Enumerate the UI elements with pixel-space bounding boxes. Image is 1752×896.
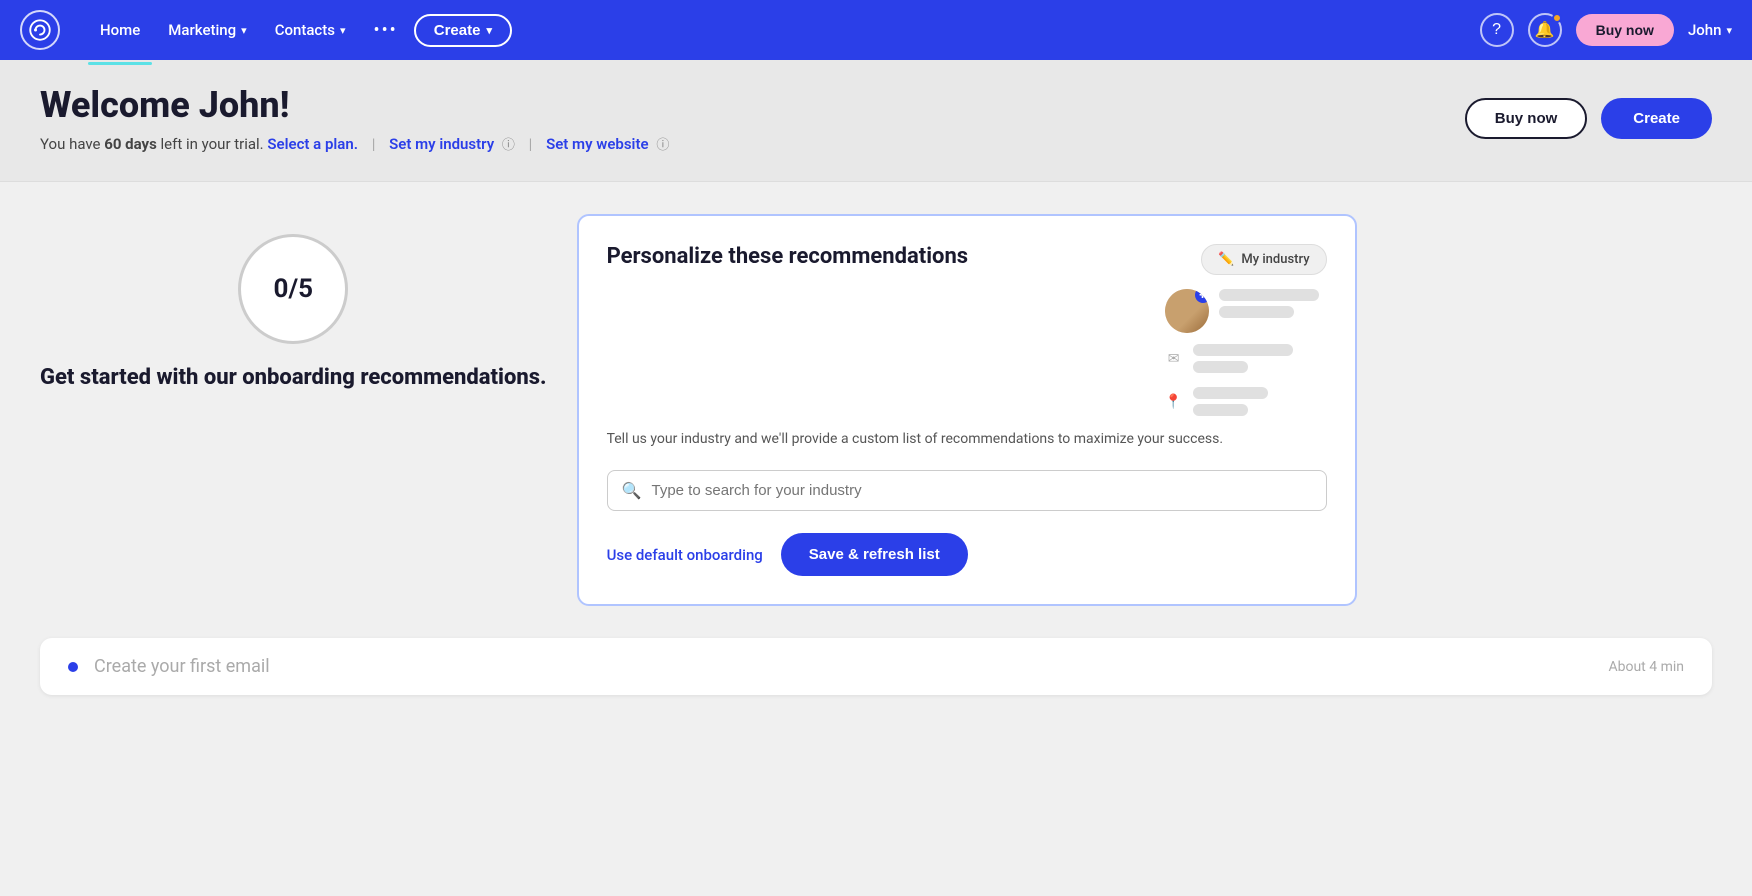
industry-search-input[interactable] [651, 482, 1311, 499]
page-title: Welcome John! [40, 84, 669, 126]
card-header: Personalize these recommendations ✏️ My … [607, 244, 1327, 419]
header-buy-now-button[interactable]: Buy now [1465, 98, 1588, 139]
nav-links: Home Marketing ▾ Contacts ▾ ••• Create ▾ [88, 12, 1480, 49]
select-plan-link[interactable]: Select a plan. [267, 135, 358, 153]
bottom-task-item[interactable]: Create your first email About 4 min [40, 638, 1712, 695]
nav-right-actions: ? 🔔 Buy now John ▾ [1480, 13, 1732, 47]
logo[interactable] [20, 10, 60, 50]
avatar: + [1165, 289, 1209, 333]
marketing-chevron-icon: ▾ [241, 24, 247, 37]
navbar: Home Marketing ▾ Contacts ▾ ••• Create ▾… [0, 0, 1752, 60]
bell-icon: 🔔 [1535, 20, 1555, 40]
set-website-link[interactable]: Set my website [546, 135, 649, 153]
notification-dot [1552, 13, 1562, 23]
industry-info-icon[interactable]: ⓘ [502, 138, 515, 153]
nav-buy-now-button[interactable]: Buy now [1576, 14, 1674, 46]
mail-icon: ✉ [1165, 351, 1183, 367]
user-chevron-icon: ▾ [1726, 24, 1732, 37]
help-icon: ? [1492, 21, 1501, 39]
card-description: Tell us your industry and we'll provide … [607, 429, 1327, 450]
avatar-row: + [1165, 289, 1319, 333]
header-create-button[interactable]: Create [1601, 98, 1712, 139]
nav-marketing[interactable]: Marketing ▾ [156, 13, 258, 47]
user-menu[interactable]: John ▾ [1688, 21, 1732, 39]
progress-circle: 0/5 [238, 234, 348, 344]
main-content: 0/5 Get started with our onboarding reco… [0, 182, 1752, 638]
help-button[interactable]: ? [1480, 13, 1514, 47]
header-left: Welcome John! You have 60 days left in y… [40, 84, 669, 153]
my-industry-badge[interactable]: ✏️ My industry [1201, 244, 1326, 275]
card-title: Personalize these recommendations [607, 244, 969, 269]
nav-create-button[interactable]: Create ▾ [414, 14, 512, 47]
task-time: About 4 min [1608, 659, 1684, 675]
task-dot [68, 662, 78, 672]
get-started-label: Get started with our onboarding recommen… [40, 364, 547, 393]
nav-contacts[interactable]: Contacts ▾ [263, 13, 358, 47]
location-icon: 📍 [1165, 394, 1183, 410]
task-label: Create your first email [94, 656, 1592, 677]
avatar-plus-icon: + [1195, 289, 1209, 303]
website-info-icon[interactable]: ⓘ [656, 138, 669, 153]
search-icon: 🔍 [622, 481, 642, 500]
page-header: Welcome John! You have 60 days left in y… [0, 60, 1752, 182]
industry-search-container: 🔍 [607, 470, 1327, 511]
card-footer: Use default onboarding Save & refresh li… [607, 533, 1327, 576]
trial-info: You have 60 days left in your trial. Sel… [40, 134, 669, 153]
notifications-button[interactable]: 🔔 [1528, 13, 1562, 47]
create-chevron-icon: ▾ [486, 24, 492, 37]
personalize-card: Personalize these recommendations ✏️ My … [577, 214, 1357, 606]
edit-icon: ✏️ [1218, 252, 1234, 267]
use-default-onboarding-link[interactable]: Use default onboarding [607, 546, 763, 564]
left-panel: 0/5 Get started with our onboarding reco… [40, 214, 547, 606]
nav-more-dots[interactable]: ••• [362, 12, 410, 49]
save-refresh-button[interactable]: Save & refresh list [781, 533, 968, 576]
set-industry-link[interactable]: Set my industry [389, 135, 494, 153]
nav-home[interactable]: Home [88, 13, 152, 47]
header-actions: Buy now Create [1465, 98, 1712, 139]
contacts-chevron-icon: ▾ [340, 24, 346, 37]
